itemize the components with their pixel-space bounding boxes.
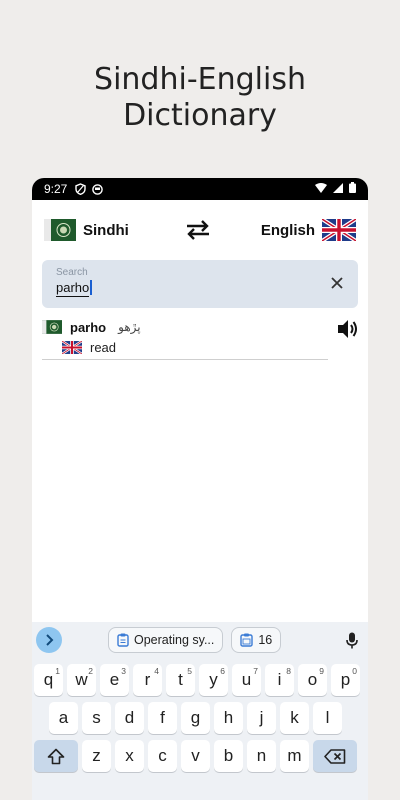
key-b[interactable]: b [214,740,243,772]
source-language-selector[interactable]: Sindhi [44,219,129,241]
clear-search-icon[interactable] [330,276,344,290]
shift-key[interactable] [34,740,78,772]
suggestion-chip-label: Operating sy... [134,633,215,647]
target-language-label: English [260,221,315,239]
key-v[interactable]: v [181,740,210,772]
backspace-key[interactable] [313,740,357,772]
promo-title-line2: Dictionary [123,98,277,133]
key-p[interactable]: p0 [331,664,360,696]
swap-languages-icon[interactable] [185,220,211,240]
shift-icon [47,748,65,764]
search-placeholder: Search [56,267,88,278]
key-h[interactable]: h [214,702,243,734]
on-screen-keyboard: Operating sy... 16 q1 w2 e3 r4 t5 y6 u7 … [32,622,368,800]
key-a[interactable]: a [49,702,78,734]
key-r[interactable]: r4 [133,664,162,696]
key-y[interactable]: y6 [199,664,228,696]
keyboard-row-2: a s d f g h j k l [34,702,366,734]
status-bar: 9:27 [32,178,368,200]
key-n[interactable]: n [247,740,276,772]
sindh-flag-icon [44,219,76,241]
key-g[interactable]: g [181,702,210,734]
clipboard-number-icon [240,633,254,647]
result-word: parho [70,319,107,335]
chevron-right-icon[interactable] [36,627,62,653]
key-i[interactable]: i8 [265,664,294,696]
battery-icon [349,182,356,196]
microphone-icon[interactable] [346,632,358,649]
key-q[interactable]: q1 [34,664,63,696]
key-w[interactable]: w2 [67,664,96,696]
source-language-label: Sindhi [83,221,129,239]
wifi-icon [315,182,327,196]
suggestion-chip-clipboard[interactable]: Operating sy... [108,627,224,653]
key-c[interactable]: c [148,740,177,772]
result-translation: read [90,340,117,355]
key-d[interactable]: d [115,702,144,734]
keyboard-keys: q1 w2 e3 r4 t5 y6 u7 i8 o9 p0 a s d f g … [32,664,368,772]
search-input-value[interactable]: parho [56,280,90,297]
keyboard-suggestion-bar: Operating sy... 16 [32,622,368,658]
target-language-selector[interactable]: English [261,219,356,241]
speaker-icon[interactable] [336,318,360,340]
app-notification-icon [92,183,104,195]
key-o[interactable]: o9 [298,664,327,696]
text-cursor [90,280,92,295]
key-s[interactable]: s [82,702,111,734]
clipboard-icon [117,633,129,647]
promo-title-line1: Sindhi-English [94,62,306,97]
key-z[interactable]: z [82,740,111,772]
promo-title: Sindhi-English Dictionary [0,62,400,134]
keyboard-row-3: z x c v b n m [34,740,366,772]
result-list-item[interactable]: parho پڙهو read [42,318,328,360]
status-time: 9:27 [44,182,68,196]
key-k[interactable]: k [280,702,309,734]
key-j[interactable]: j [247,702,276,734]
key-x[interactable]: x [115,740,144,772]
key-m[interactable]: m [280,740,309,772]
backspace-icon [324,748,346,764]
search-field[interactable]: Search parho [42,260,358,308]
shield-icon [75,183,87,195]
suggestion-chip-label: 16 [258,633,273,647]
key-l[interactable]: l [313,702,342,734]
uk-flag-icon [322,219,356,241]
phone-screen: 9:27 Sindhi English Search parho parho پ… [32,178,368,800]
key-u[interactable]: u7 [232,664,261,696]
language-bar: Sindhi English [32,200,368,260]
key-f[interactable]: f [148,702,177,734]
key-t[interactable]: t5 [166,664,195,696]
uk-flag-icon [62,341,82,354]
suggestion-chip-number[interactable]: 16 [231,627,282,653]
result-sindhi-script: پڙهو [118,320,141,334]
signal-icon [333,182,343,196]
key-e[interactable]: e3 [100,664,129,696]
keyboard-row-1: q1 w2 e3 r4 t5 y6 u7 i8 o9 p0 [34,664,366,696]
sindh-flag-icon [42,320,62,334]
